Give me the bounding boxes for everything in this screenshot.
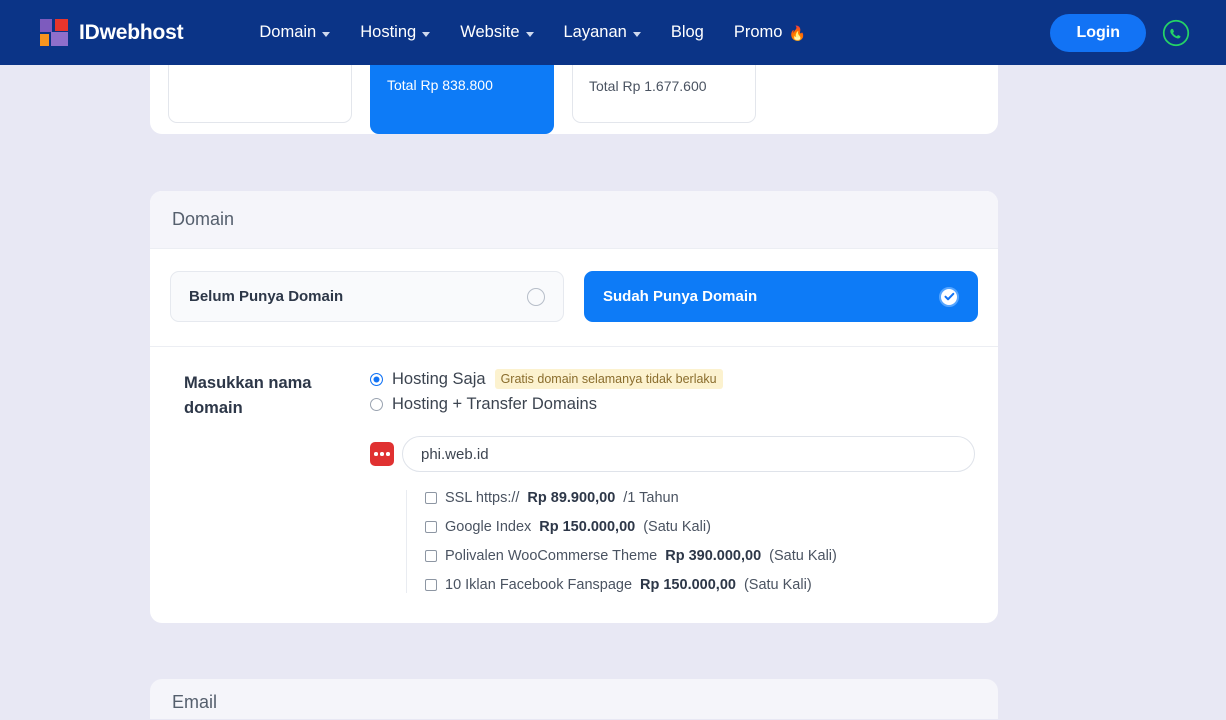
chevron-down-icon <box>632 31 641 37</box>
login-button[interactable]: Login <box>1050 13 1146 52</box>
nav-label-hosting: Hosting <box>360 23 417 41</box>
chevron-down-icon <box>422 31 431 37</box>
domain-field-controls: Hosting Saja Gratis domain selamanya tid… <box>370 369 978 593</box>
plan-list: Total Rp 929.400 Rp 154.900 /bulan Rp 69… <box>168 65 980 134</box>
nav-label-domain: Domain <box>259 23 317 41</box>
navbar-actions: Login <box>1050 13 1190 52</box>
nav-item-domain[interactable]: Domain <box>259 23 331 42</box>
brand-name: IDwebhost <box>79 20 184 44</box>
check-circle-icon <box>939 286 959 307</box>
addon-item-ssl[interactable]: SSL https:// Rp 89.900,00 /1 Tahun <box>425 490 978 506</box>
checkbox-icon[interactable] <box>425 579 437 591</box>
nav-label-promo: Promo <box>733 23 783 41</box>
addon-name: Polivalen WooCommerse Theme <box>445 548 658 564</box>
plan-card[interactable]: Rp 154.900 /bulan Rp 69.900 /bulan Total… <box>572 65 756 123</box>
choice-belum-punya-domain[interactable]: Belum Punya Domain <box>170 271 564 322</box>
domain-input-row <box>370 436 978 472</box>
addon-suffix: /1 Tahun <box>623 490 679 506</box>
domain-field-label: Masukkan nama domain <box>184 374 312 418</box>
addon-suffix: (Satu Kali) <box>769 548 837 564</box>
choice-sudah-punya-domain[interactable]: Sudah Punya Domain <box>584 271 978 322</box>
domain-ownership-choices: Belum Punya Domain Sudah Punya Domain <box>150 249 998 347</box>
content-container: Total Rp 929.400 Rp 154.900 /bulan Rp 69… <box>150 65 998 719</box>
plan-card[interactable]: Total Rp 929.400 <box>168 65 352 123</box>
addon-name: 10 Iklan Facebook Fanspage <box>445 577 633 593</box>
radio-button-icon[interactable] <box>370 398 383 411</box>
addon-price: Rp 89.900,00 <box>527 490 616 506</box>
idwebhost-logo-icon <box>40 19 70 46</box>
nav-item-blog[interactable]: Blog <box>671 23 704 42</box>
addon-item-woocommerce-theme[interactable]: Polivalen WooCommerse Theme Rp 390.000,0… <box>425 548 978 564</box>
plan-card-selected[interactable]: Rp 154.900 /bulan Rp 69.900 /bulan Total… <box>370 65 554 134</box>
checkbox-icon[interactable] <box>425 521 437 533</box>
nav-label-blog: Blog <box>670 23 704 41</box>
plan-total: Total Rp 838.800 <box>387 77 493 93</box>
domain-section-header: Domain <box>150 191 998 249</box>
addon-suffix: (Satu Kali) <box>743 577 812 593</box>
nav-item-promo[interactable]: Promo 🔥 <box>734 23 806 42</box>
domain-name-input[interactable] <box>402 436 975 472</box>
plan-comparison-card: Total Rp 929.400 Rp 154.900 /bulan Rp 69… <box>150 65 998 134</box>
addon-name: SSL https:// <box>445 490 520 506</box>
page-content: Total Rp 929.400 Rp 154.900 /bulan Rp 69… <box>0 65 1226 720</box>
option-label: Hosting Saja <box>392 369 486 388</box>
addon-name: Google Index <box>445 519 532 535</box>
addon-list: SSL https:// Rp 89.900,00 /1 Tahun Googl… <box>406 490 978 593</box>
nav-item-website[interactable]: Website <box>460 23 534 42</box>
promo-note-badge: Gratis domain selamanya tidak berlaku <box>494 369 723 389</box>
choice-label: Sudah Punya Domain <box>603 288 758 305</box>
addon-suffix: (Satu Kali) <box>643 519 711 535</box>
domain-entry-body: Masukkan nama domain Hosting Saja Gratis… <box>150 347 998 623</box>
radio-unselected-icon <box>527 287 545 306</box>
checkbox-icon[interactable] <box>425 492 437 504</box>
nav-item-hosting[interactable]: Hosting <box>360 23 431 42</box>
radio-button-selected-icon[interactable] <box>370 372 383 386</box>
nav-label-layanan: Layanan <box>563 23 627 41</box>
whatsapp-icon[interactable] <box>1162 19 1190 47</box>
addon-price: Rp 150.000,00 <box>539 519 636 535</box>
domain-section-card: Domain Belum Punya Domain Sudah Punya Do… <box>150 191 998 623</box>
nav-label-website: Website <box>460 23 520 41</box>
chevron-down-icon <box>322 31 331 37</box>
ellipsis-icon[interactable] <box>370 442 394 466</box>
top-navigation-bar: IDwebhost Domain Hosting Website Layanan… <box>0 0 1226 65</box>
site-logo[interactable]: IDwebhost <box>40 19 184 46</box>
addon-price: Rp 390.000,00 <box>665 548 762 564</box>
option-hosting-transfer[interactable]: Hosting + Transfer Domains <box>370 395 978 414</box>
chevron-down-icon <box>525 31 534 37</box>
section-title: Domain <box>172 209 235 229</box>
addon-price: Rp 150.000,00 <box>640 577 736 593</box>
fire-icon: 🔥 <box>788 24 806 41</box>
section-title: Email <box>172 692 218 712</box>
option-hosting-saja[interactable]: Hosting Saja Gratis domain selamanya tid… <box>370 369 978 389</box>
plan-total: Total Rp 1.677.600 <box>589 78 707 94</box>
choice-label: Belum Punya Domain <box>189 288 344 305</box>
checkbox-icon[interactable] <box>425 550 437 562</box>
email-section-card: Email <box>150 679 998 719</box>
main-menu: Domain Hosting Website Layanan Blog Prom… <box>259 23 806 42</box>
addon-item-facebook-ads[interactable]: 10 Iklan Facebook Fanspage Rp 150.000,00… <box>425 577 978 593</box>
nav-item-layanan[interactable]: Layanan <box>564 23 641 42</box>
addon-item-google-index[interactable]: Google Index Rp 150.000,00 (Satu Kali) <box>425 519 978 535</box>
option-label: Hosting + Transfer Domains <box>392 395 597 413</box>
